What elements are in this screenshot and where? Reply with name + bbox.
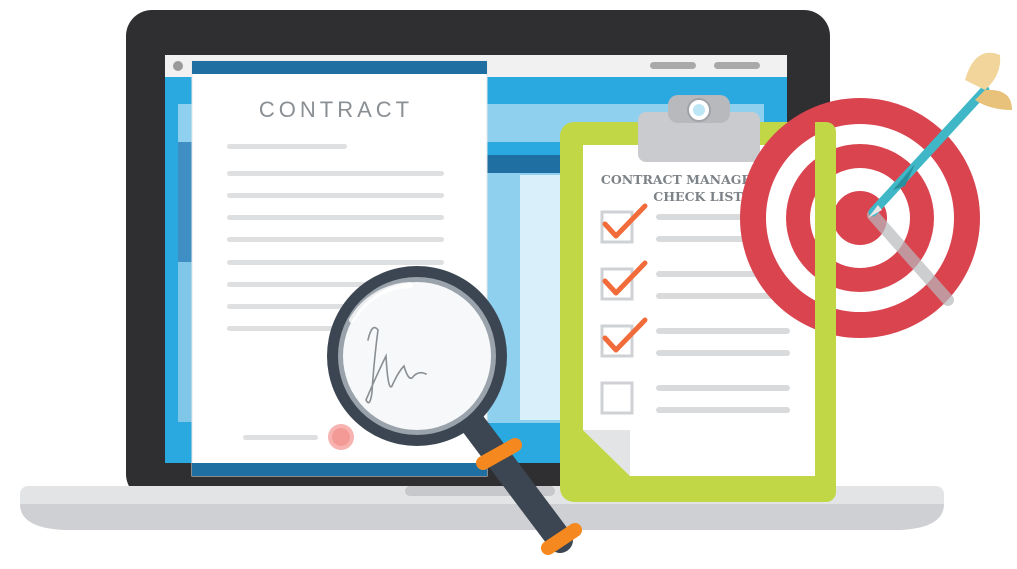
contract-line (227, 171, 444, 176)
clipboard-edge-fill (815, 122, 825, 502)
clipboard-clip-hole-inner (693, 104, 705, 116)
contract-paper-footer (192, 463, 487, 476)
laptop-base-shadow (20, 504, 944, 530)
window-dot-icon (173, 61, 183, 71)
contract-signature-line (243, 435, 318, 440)
contract-title: CONTRACT (259, 97, 413, 122)
checklist-item-line (656, 407, 790, 413)
contract-line (227, 260, 444, 265)
checklist-item-line (656, 350, 790, 356)
window-control-bar-2 (714, 62, 760, 69)
contract-line (227, 193, 444, 198)
checklist-title-line2: CHECK LIST (653, 189, 743, 204)
seal-inner (332, 428, 350, 446)
checklist-item-line (656, 328, 790, 334)
contract-line (227, 237, 444, 242)
checklist-item-line (656, 385, 790, 391)
contract-paper-header (192, 61, 487, 74)
contract-line (227, 144, 347, 149)
contract-line (227, 326, 347, 331)
illustration-scene: CONTRACT CONTRACT MANAGEMENT CHECK LIST (20, 10, 1012, 555)
contract-line (227, 215, 444, 220)
window-control-bar-1 (650, 62, 696, 69)
dart-flight-1 (965, 52, 1001, 90)
